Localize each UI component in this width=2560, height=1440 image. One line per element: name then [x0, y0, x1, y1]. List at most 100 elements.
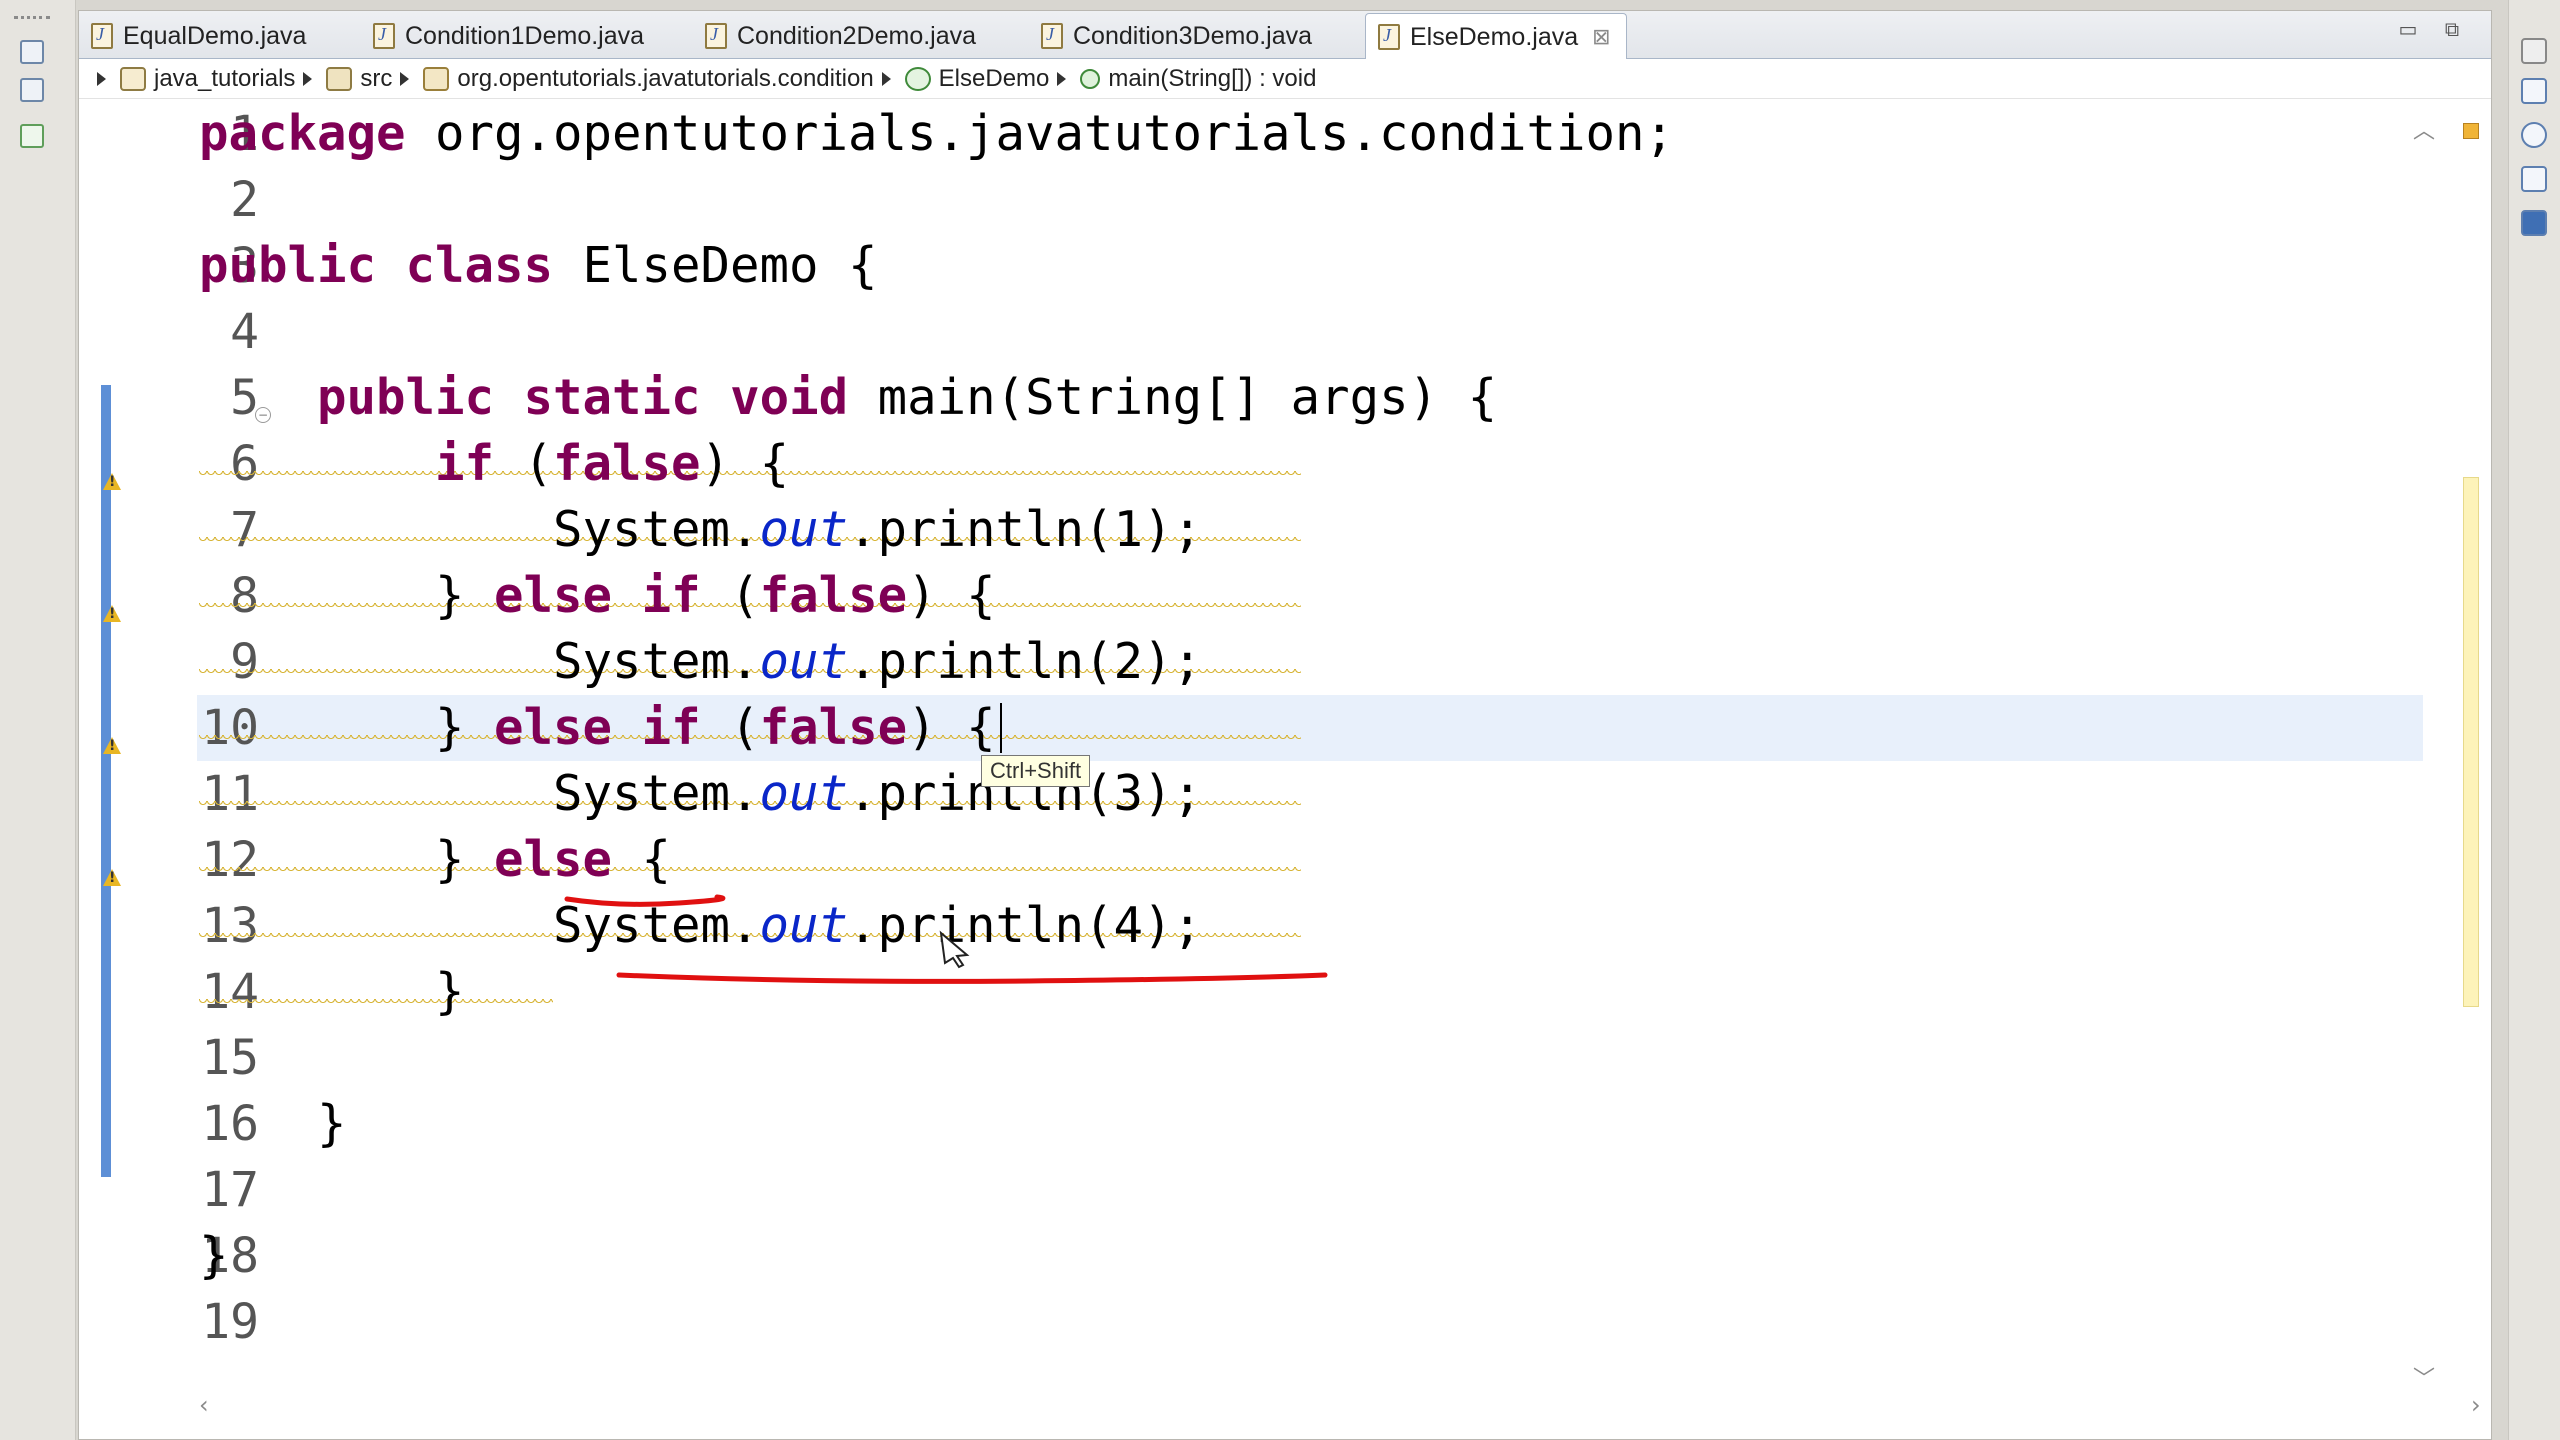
keyword: package: [199, 105, 406, 162]
breadcrumb-src[interactable]: src: [360, 65, 392, 93]
code-text: }: [317, 1095, 347, 1152]
chevron-right-icon[interactable]: [1057, 71, 1067, 86]
breadcrumb-method[interactable]: main(String[]) : void: [1108, 65, 1316, 93]
code-text: (: [700, 567, 760, 624]
keyword: class: [405, 237, 554, 294]
code-line-16[interactable]: }: [199, 1091, 347, 1157]
declaration-icon[interactable]: [2521, 166, 2547, 192]
code-line-7[interactable]: System.out.println(1);: [199, 497, 1202, 563]
code-editor[interactable]: 1 2 3 4 5 6 7 8 9 10 11 12 13 14 15 16 1…: [79, 101, 2491, 1401]
scroll-down-icon[interactable]: ﹀: [2413, 1361, 2435, 1393]
hierarchy-icon[interactable]: [20, 124, 44, 148]
code-text: (: [700, 699, 760, 756]
java-file-icon: [1041, 23, 1063, 49]
mouse-pointer-icon: [939, 930, 970, 969]
editor-tab-bar: EqualDemo.java Condition1Demo.java Condi…: [79, 11, 2491, 60]
code-line-14[interactable]: }: [199, 959, 465, 1025]
eclipse-workbench: EqualDemo.java Condition1Demo.java Condi…: [0, 0, 2560, 1440]
line-number: 17: [201, 1162, 259, 1218]
scroll-up-icon[interactable]: ︿: [2413, 113, 2435, 145]
code-line-1[interactable]: package org.opentutorials.javatutorials.…: [199, 101, 1674, 167]
java-project-icon: [120, 66, 146, 91]
chevron-right-icon[interactable]: [400, 71, 410, 86]
code-text: }: [199, 1227, 229, 1284]
code-line-18[interactable]: }: [199, 1223, 229, 1289]
text-caret: [1000, 703, 1002, 753]
package-explorer-icon[interactable]: [20, 78, 44, 102]
line-number: 18: [201, 1228, 259, 1284]
warning-summary-icon[interactable]: [2463, 123, 2479, 139]
code-text: }: [435, 831, 495, 888]
static-field: out: [759, 897, 849, 954]
left-trim-bar: [0, 0, 76, 1440]
tab-condition2demo[interactable]: Condition2Demo.java: [693, 13, 1023, 59]
breadcrumb-package[interactable]: org.opentutorials.javatutorials.conditio…: [457, 65, 873, 93]
code-line-3[interactable]: public class ElseDemo {: [199, 233, 878, 299]
tab-label: EqualDemo.java: [123, 21, 307, 50]
keyword: public: [199, 237, 377, 294]
right-trim-bar: [2508, 0, 2560, 1440]
keyword: void: [730, 369, 849, 426]
class-icon: [904, 66, 931, 91]
keyword: false: [553, 435, 701, 492]
chevron-right-icon[interactable]: [97, 71, 106, 86]
breadcrumb-project[interactable]: java_tutorials: [154, 65, 295, 93]
method-icon: [1080, 68, 1101, 89]
console-icon[interactable]: [2521, 210, 2547, 236]
overview-ruler[interactable]: [2455, 101, 2485, 1391]
chevron-right-icon[interactable]: [881, 71, 891, 86]
scroll-left-icon[interactable]: ‹: [199, 1391, 209, 1419]
restore-icon[interactable]: ⧉: [2441, 19, 2463, 39]
code-text: .println(1);: [848, 501, 1203, 558]
overview-warning-marker[interactable]: [2463, 477, 2479, 1007]
keyword: if: [641, 567, 701, 624]
minimize-icon[interactable]: ▭: [2397, 19, 2419, 39]
keyword: static: [523, 369, 701, 426]
static-field: out: [759, 633, 849, 690]
code-text: System.: [553, 633, 760, 690]
code-line-8[interactable]: } else if (false) {: [199, 563, 996, 629]
chevron-right-icon[interactable]: [303, 71, 313, 86]
restore-icon[interactable]: [2521, 38, 2547, 64]
package-icon: [423, 66, 450, 91]
horizontal-scrollbar[interactable]: ‹ ›: [199, 1391, 2481, 1421]
keyword: else: [494, 699, 613, 756]
tab-condition1demo[interactable]: Condition1Demo.java: [361, 13, 691, 59]
code-text: }: [435, 963, 465, 1020]
tab-elsedemo[interactable]: ElseDemo.java ⊠: [1365, 13, 1627, 60]
close-icon[interactable]: ⊠: [1592, 24, 1610, 50]
tab-label: Condition3Demo.java: [1073, 21, 1313, 50]
code-line-10[interactable]: } else if (false) {: [199, 695, 996, 761]
keyword: else: [494, 567, 613, 624]
tab-label: Condition2Demo.java: [737, 21, 977, 50]
pen-underline-else: [564, 894, 726, 907]
javadoc-icon[interactable]: [2521, 122, 2547, 148]
task-list-icon[interactable]: [2521, 78, 2547, 104]
restore-icon[interactable]: [20, 40, 44, 64]
code-text: .println(4);: [848, 897, 1203, 954]
code-line-6[interactable]: if (false) {: [199, 431, 789, 497]
key-hint-tooltip: Ctrl+Shift: [981, 755, 1091, 787]
tab-equaldemo[interactable]: EqualDemo.java: [79, 13, 359, 59]
code-text: }: [435, 567, 495, 624]
tab-condition3demo[interactable]: Condition3Demo.java: [1029, 13, 1359, 59]
code-line-5[interactable]: public static void main(String[] args) {: [199, 365, 1497, 431]
code-line-9[interactable]: System.out.println(2);: [199, 629, 1202, 695]
breadcrumb-class[interactable]: ElseDemo: [939, 65, 1050, 93]
scroll-right-icon[interactable]: ›: [2471, 1391, 2481, 1419]
line-number: 15: [201, 1030, 259, 1086]
vertical-scrollbar[interactable]: ︿ ﹀: [2401, 101, 2441, 1393]
trim-grip[interactable]: [14, 16, 50, 20]
java-file-icon: [705, 23, 727, 49]
